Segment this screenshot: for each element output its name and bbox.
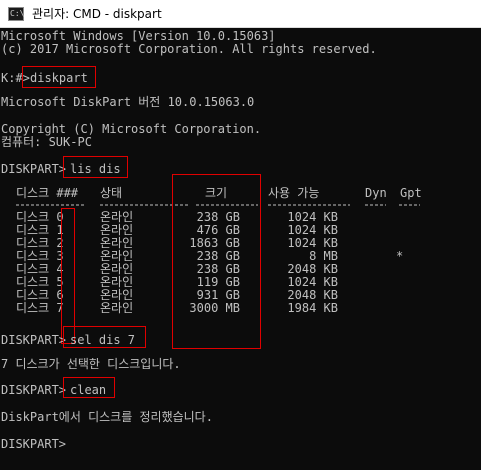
highlight-sel-dis [63,326,146,348]
cmd-icon: C:\ [8,6,24,21]
console-output[interactable]: Microsoft Windows [Version 10.0.15063] (… [0,28,481,470]
diskpart-version: Microsoft DiskPart 버전 10.0.15063.0 [1,95,255,109]
highlight-clean [63,377,115,398]
col-header-status: 상태 [100,186,123,200]
disk-status: 온라인 [100,301,134,315]
highlight-lis-dis [63,156,128,178]
disk-free: 1984 KB [287,301,338,315]
highlight-diskpart [22,66,96,88]
col-header-gpt: Gpt [400,186,422,200]
prompt-2: DISKPART> [1,162,67,176]
prompt-5: DISKPART> [1,437,67,451]
highlight-disk-numbers [61,208,75,344]
col-header-dyn: Dyn [365,186,387,200]
computer-line: 컴퓨터: SUK-PC [1,135,92,149]
col-header-free: 사용 가능 [268,186,320,200]
window-title: 관리자: CMD - diskpart [32,7,162,21]
prompt-4: DISKPART> [1,383,67,397]
disk-gpt: * [396,249,404,263]
header-line2: (c) 2017 Microsoft Corporation. All righ… [1,42,377,56]
highlight-size-column [172,174,261,349]
col-header-disk: 디스크 ### [16,186,79,200]
cmd-window: C:\ 관리자: CMD - diskpart Microsoft Window… [0,0,481,470]
clean-message: DiskPart에서 디스크를 정리했습니다. [1,410,213,424]
prompt-3: DISKPART> [1,333,67,347]
title-bar[interactable]: C:\ 관리자: CMD - diskpart [0,0,481,28]
select-message: 7 디스크가 선택한 디스크입니다. [1,357,181,371]
disk-name: 디스크 7 [16,301,64,315]
